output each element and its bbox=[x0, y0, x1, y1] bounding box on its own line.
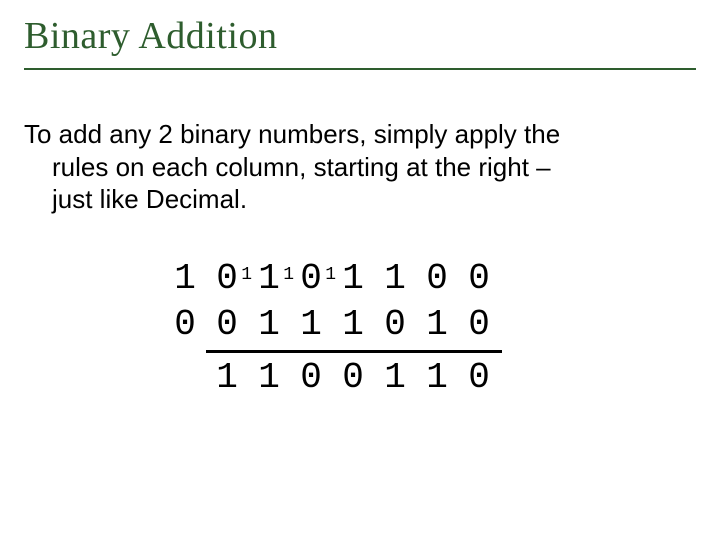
digit: 0 bbox=[458, 302, 500, 348]
slide: Binary Addition To add any 2 binary numb… bbox=[0, 0, 720, 540]
addend-row-1: 10111011100 bbox=[164, 256, 696, 302]
binary-addition-example: 10111011100 00111010 1100110 bbox=[24, 256, 696, 401]
digit: 1 bbox=[164, 256, 206, 302]
digit: 1 bbox=[332, 256, 374, 302]
digit: 1 bbox=[332, 302, 374, 348]
digit: 1 bbox=[416, 302, 458, 348]
digit: 0 bbox=[458, 355, 500, 401]
digit: 1 bbox=[374, 256, 416, 302]
body-line-2: rules on each column, starting at the ri… bbox=[52, 152, 551, 182]
digit: 0 bbox=[374, 302, 416, 348]
digit: 1 bbox=[374, 355, 416, 401]
body-line-1: To add any 2 binary numbers, simply appl… bbox=[24, 119, 560, 149]
digit: 1 bbox=[290, 302, 332, 348]
digit: 0 bbox=[332, 355, 374, 401]
digit: 1 bbox=[206, 355, 248, 401]
digit: 1 bbox=[248, 302, 290, 348]
body-line-3: just like Decimal. bbox=[52, 184, 247, 214]
digit: 0 bbox=[164, 302, 206, 348]
addition-rule-line bbox=[206, 350, 502, 353]
addend-row-2: 00111010 bbox=[164, 302, 696, 348]
sum-row: 1100110 bbox=[164, 355, 696, 401]
digit: 0 bbox=[290, 355, 332, 401]
digit: 0 bbox=[416, 256, 458, 302]
digit: 1 bbox=[248, 355, 290, 401]
digit: 01 bbox=[206, 256, 248, 302]
digit: 0 bbox=[206, 302, 248, 348]
body-text: To add any 2 binary numbers, simply appl… bbox=[24, 118, 696, 216]
digit: 11 bbox=[248, 256, 290, 302]
digit: 01 bbox=[290, 256, 332, 302]
digit: 1 bbox=[416, 355, 458, 401]
digit: 0 bbox=[458, 256, 500, 302]
slide-title: Binary Addition bbox=[24, 14, 696, 70]
